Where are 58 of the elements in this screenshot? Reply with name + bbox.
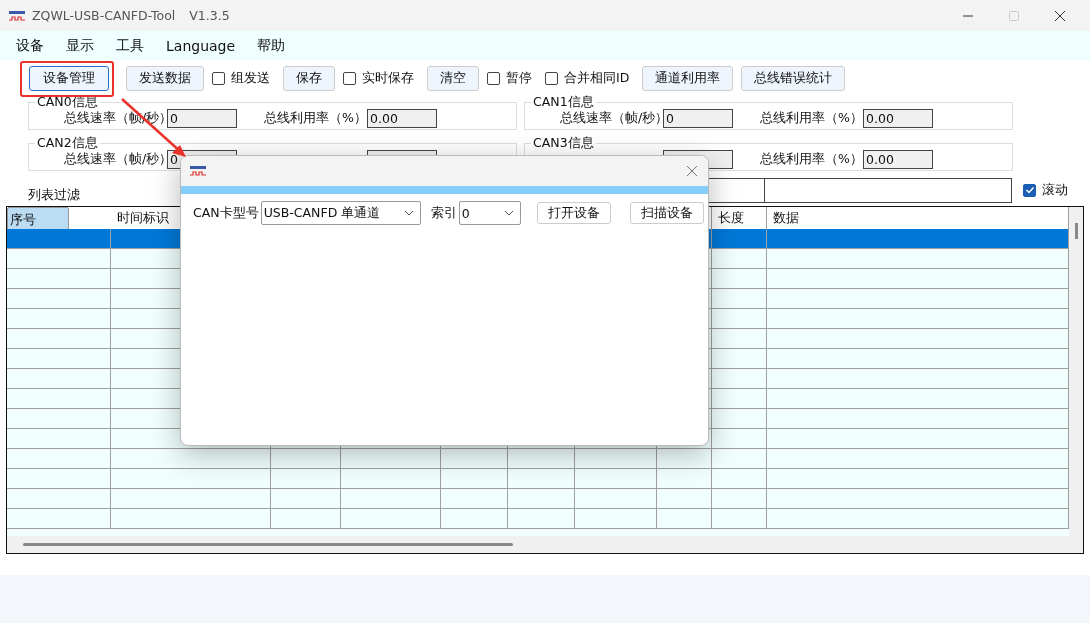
table-row[interactable] xyxy=(7,469,1069,489)
table-row[interactable] xyxy=(7,449,1069,469)
field-label: 总线利用率（%） xyxy=(760,110,863,127)
menu-item[interactable]: 帮助 xyxy=(257,36,286,55)
group-title: CAN2信息 xyxy=(37,135,98,150)
rate-field: 0 xyxy=(663,109,733,128)
field-label: 索引 xyxy=(430,204,457,222)
filter-label: 列表过滤 xyxy=(28,186,80,204)
usage-field: 0.00 xyxy=(863,109,933,128)
chevron-icon xyxy=(403,210,414,216)
toolbar-button[interactable]: 发送数据 xyxy=(126,65,204,91)
app-logo-icon xyxy=(189,165,207,177)
checkbox[interactable] xyxy=(487,71,500,85)
scrollbar-thumb[interactable] xyxy=(1075,223,1078,239)
checkbox-label: 组发送 xyxy=(231,69,270,87)
chevron-icon xyxy=(503,210,514,216)
group-title: CAN3信息 xyxy=(533,135,594,150)
field-label: 总线利用率（%） xyxy=(264,110,367,127)
checkbox[interactable] xyxy=(343,71,356,85)
checkbox[interactable] xyxy=(545,71,558,85)
checkbox-label: 实时保存 xyxy=(362,69,414,87)
column-header[interactable]: 序号 xyxy=(7,207,69,231)
table-row[interactable] xyxy=(7,509,1069,529)
scrollbar-thumb[interactable] xyxy=(23,543,513,546)
close-icon[interactable] xyxy=(1054,9,1066,22)
group-title: CAN1信息 xyxy=(533,94,594,109)
toolbar-button[interactable]: 通道利用率 xyxy=(642,65,734,91)
usage-field: 0.00 xyxy=(863,150,933,169)
version-label: V1.3.5 xyxy=(189,8,230,23)
rate-field: 0 xyxy=(167,109,237,128)
toolbar-button[interactable]: 总线错误统计 xyxy=(741,65,846,91)
usage-field: 0.00 xyxy=(367,109,437,128)
checkbox[interactable] xyxy=(212,71,225,85)
field-label: 总线速率（帧/秒） xyxy=(560,110,663,127)
checkbox[interactable] xyxy=(1023,183,1036,197)
menu-item[interactable]: 设备 xyxy=(16,36,44,55)
app-logo-icon xyxy=(8,9,26,22)
filter-field[interactable] xyxy=(764,177,1012,203)
dialog-button[interactable]: 扫描设备 xyxy=(629,202,704,224)
field-label: 总线速率（帧/秒） xyxy=(64,151,167,168)
menu-item[interactable]: 显示 xyxy=(66,36,94,55)
toolbar-button[interactable]: 设备管理 xyxy=(29,65,109,91)
toolbar-button[interactable]: 保存 xyxy=(283,65,335,91)
filter-field[interactable] xyxy=(706,177,764,203)
checkbox-label: 暂停 xyxy=(506,69,532,87)
dialog-button[interactable]: 打开设备 xyxy=(536,202,611,224)
table-row[interactable] xyxy=(7,489,1069,509)
field-label: 总线利用率（%） xyxy=(760,151,863,168)
checkbox-label: 合并相同ID xyxy=(564,69,630,87)
menu-item[interactable]: 工具 xyxy=(116,36,144,55)
dropdown[interactable]: USB-CANFD 单通道 xyxy=(260,201,421,225)
field-label: CAN卡型号 xyxy=(193,204,259,222)
menu-item[interactable]: Language xyxy=(166,37,236,54)
window-title: ZQWL-USB-CANFD-Tool xyxy=(32,8,176,23)
dropdown[interactable]: 0 xyxy=(458,201,521,225)
toolbar-button[interactable]: 清空 xyxy=(427,65,479,91)
checkbox-label: 滚动 xyxy=(1042,181,1068,199)
maximize-icon xyxy=(1008,9,1020,22)
